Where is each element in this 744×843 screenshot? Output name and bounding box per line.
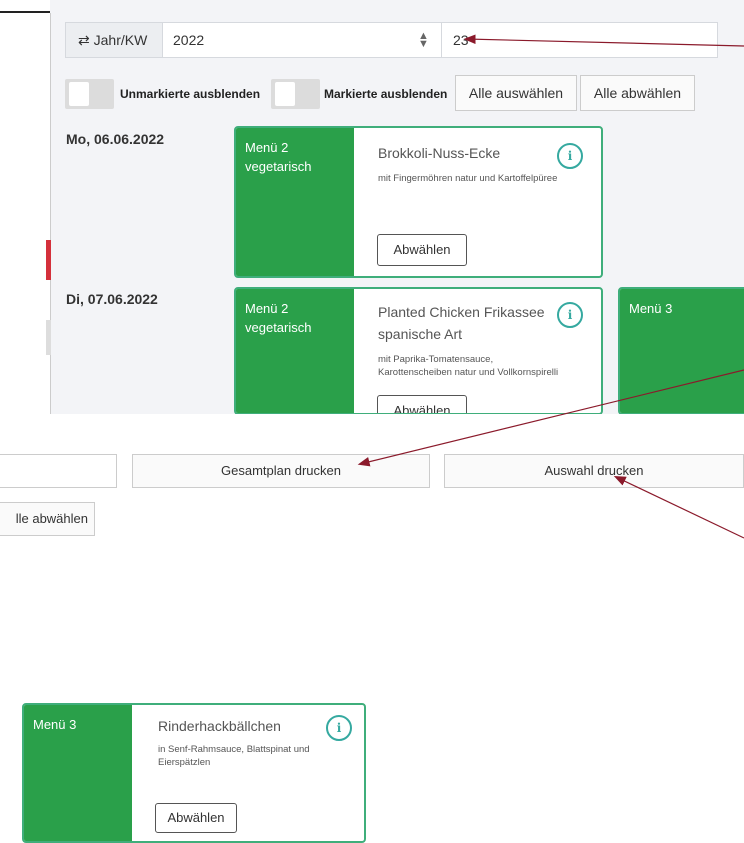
annotation-arrow	[463, 34, 744, 47]
annotation-arrow	[613, 475, 744, 539]
annotation-arrows	[357, 34, 744, 539]
annotation-arrow	[357, 369, 744, 467]
